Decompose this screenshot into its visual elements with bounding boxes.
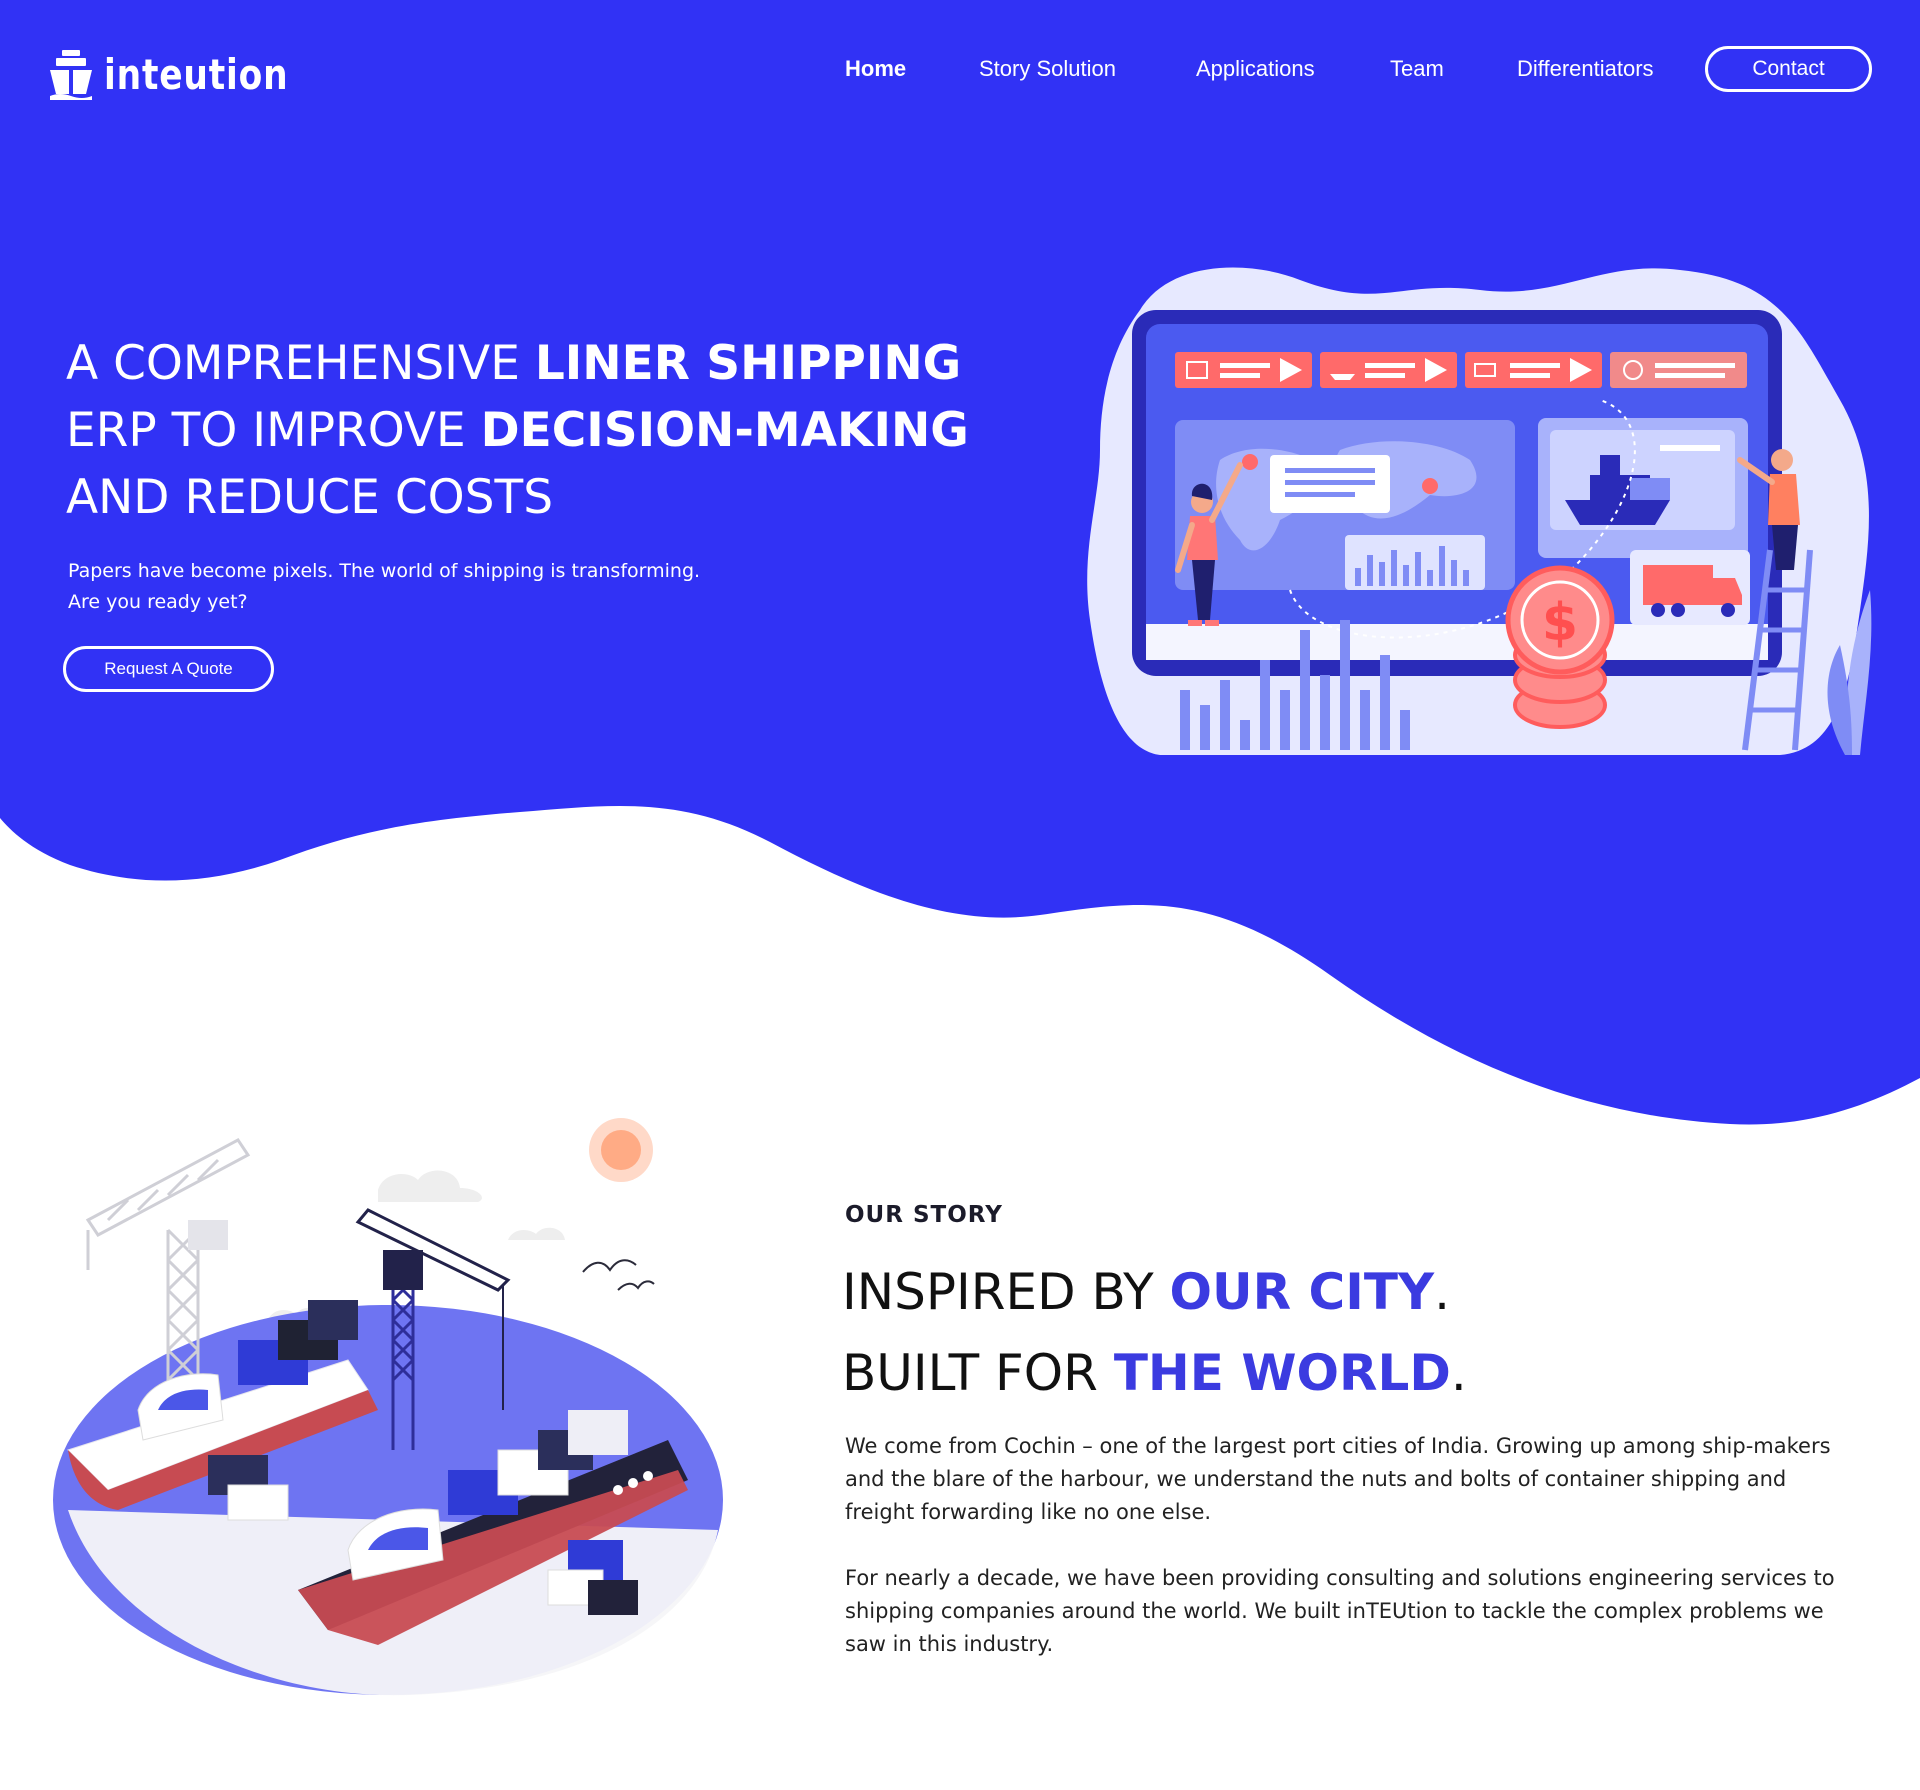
- story-heading-line1-end: .: [1434, 1263, 1451, 1321]
- contact-button[interactable]: Contact: [1705, 46, 1872, 92]
- hero-subtitle-line1: Papers have become pixels. The world of …: [68, 560, 701, 582]
- hero-subtitle-line2: Are you ready yet?: [68, 591, 248, 613]
- hero-title-line2-bold: DECISION-MAKING: [480, 403, 969, 458]
- request-quote-button[interactable]: Request A Quote: [63, 646, 274, 692]
- story-heading-line2: BUILT FOR THE WORLD.: [842, 1343, 1467, 1403]
- brand-logo[interactable]: inTEUtion: [48, 48, 329, 100]
- story-heading-line1-normal: INSPIRED BY: [842, 1263, 1170, 1321]
- hero-title: A COMPREHENSIVE LINER SHIPPING ERP TO IM…: [66, 330, 1046, 531]
- svg-text:$: $: [1542, 593, 1578, 653]
- story-heading-line2-accent: THE WORLD: [1113, 1344, 1451, 1402]
- story-paragraph-2: For nearly a decade, we have been provid…: [845, 1566, 1835, 1656]
- nav-team[interactable]: Team: [1390, 46, 1444, 92]
- port-cargo-ships-illustration: [53, 1118, 723, 1696]
- story-heading-line2-normal: BUILT FOR: [842, 1344, 1114, 1402]
- story-heading-line1-accent: OUR CITY: [1169, 1263, 1435, 1321]
- top-navigation: inTEUtion Home Story Solution Applicatio…: [0, 0, 1920, 140]
- hero-title-line3-normal: AND REDUCE COSTS: [66, 470, 554, 525]
- brand-name: inTEUtion: [104, 49, 289, 99]
- story-heading-line2-end: .: [1450, 1344, 1467, 1402]
- nav-story-solution[interactable]: Story Solution: [979, 46, 1116, 92]
- hero-title-line1-bold: LINER SHIPPING: [534, 336, 962, 391]
- story-label: OUR STORY: [845, 1202, 1003, 1228]
- erp-dashboard-illustration: $: [1087, 267, 1872, 755]
- nav-differentiators[interactable]: Differentiators: [1517, 46, 1654, 92]
- hero-subtitle: Papers have become pixels. The world of …: [68, 556, 700, 618]
- ship-icon: [50, 50, 92, 100]
- hero-title-line2-normal: ERP TO IMPROVE: [66, 403, 481, 458]
- story-heading-line1: INSPIRED BY OUR CITY.: [842, 1262, 1450, 1322]
- nav-home[interactable]: Home: [845, 46, 906, 92]
- story-paragraph-1: We come from Cochin – one of the largest…: [845, 1434, 1831, 1524]
- dollar-coins: $: [1505, 565, 1615, 729]
- hero-title-line1-normal: A COMPREHENSIVE: [66, 336, 535, 391]
- nav-applications[interactable]: Applications: [1196, 46, 1315, 92]
